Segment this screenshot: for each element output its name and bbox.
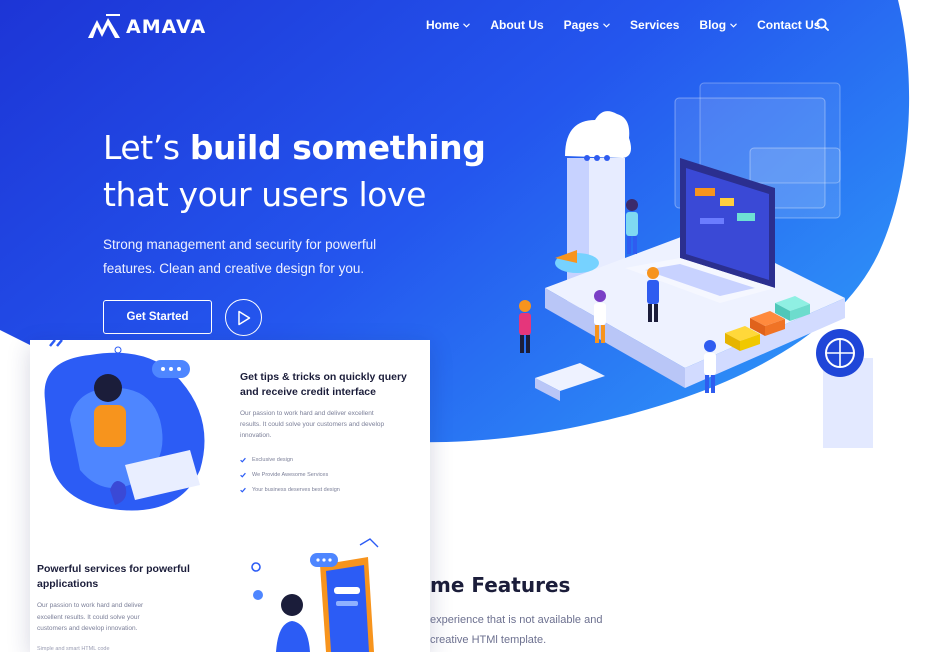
nav-item-label: About Us (490, 18, 544, 32)
list-item: Your business deserves best design (240, 482, 340, 497)
list-item-label: Your business deserves best design (252, 486, 340, 493)
support-agent-illustration (44, 340, 205, 511)
play-video-button[interactable] (225, 299, 262, 336)
chevron-down-icon (603, 22, 610, 28)
hero-title: Let’s build something that your users lo… (103, 124, 486, 218)
hero-subtitle: Strong management and security for power… (103, 237, 377, 276)
list-item-label: Exclusive design (252, 456, 293, 463)
get-started-button[interactable]: Get Started (103, 300, 212, 334)
nav-item-blog[interactable]: Blog (699, 18, 737, 32)
tip-body: Our passion to work hard and deliver exc… (240, 410, 385, 439)
features-body: experience that is not available and cre… (430, 614, 603, 646)
site-header: AMAVA Home About Us Pages Services Blog … (0, 0, 941, 52)
chevron-down-icon (730, 22, 737, 28)
nav-item-home[interactable]: Home (426, 18, 471, 32)
hero-title-plain: Let’s (103, 128, 190, 167)
hero-title-bold: build something (189, 128, 486, 167)
tip-title: Get tips & tricks on quickly query and r… (240, 370, 420, 400)
feature-preview-card: Get tips & tricks on quickly query and r… (30, 340, 430, 652)
brand-logo[interactable]: AMAVA (86, 14, 206, 40)
nav-item-label: Pages (563, 18, 600, 32)
list-item-label: We Provide Awesome Services (252, 471, 329, 478)
brand-name: AMAVA (126, 16, 207, 38)
services-body: Our passion to work hard and deliver exc… (37, 602, 144, 632)
nav-item-services[interactable]: Services (630, 18, 679, 32)
check-icon (240, 457, 246, 463)
check-icon (240, 487, 246, 493)
chevron-down-icon (463, 22, 471, 28)
play-icon (237, 310, 250, 325)
check-icon (240, 472, 246, 478)
tip-feature-list: Exclusive design We Provide Awesome Serv… (240, 452, 340, 497)
services-title-plain: Powerful services for (37, 563, 147, 575)
logo-mark-icon (88, 14, 120, 38)
list-item: Simple and smart HTML code (37, 646, 110, 652)
list-item: We Provide Awesome Services (240, 467, 340, 482)
hero-title-line2: that your users love (103, 175, 427, 214)
search-icon[interactable] (816, 18, 829, 31)
hero-illustration (519, 82, 873, 448)
nav-item-label: Home (426, 18, 460, 32)
nav-item-label: Blog (699, 18, 727, 32)
services-title: Powerful services for powerful applicati… (37, 562, 207, 592)
features-title: me Features (430, 573, 571, 597)
nav-item-label: Services (630, 18, 680, 32)
mobile-app-illustration (251, 538, 379, 652)
tip-title-plain: Get tips & tricks on quickly (240, 371, 379, 383)
main-nav: Home About Us Pages Services Blog Contac… (426, 18, 840, 32)
list-item: Exclusive design (240, 452, 340, 467)
nav-item-about-us[interactable]: About Us (490, 18, 543, 32)
nav-item-label: Contact Us (757, 18, 821, 32)
nav-item-contact-us[interactable]: Contact Us (757, 18, 820, 32)
nav-item-pages[interactable]: Pages (564, 18, 610, 32)
